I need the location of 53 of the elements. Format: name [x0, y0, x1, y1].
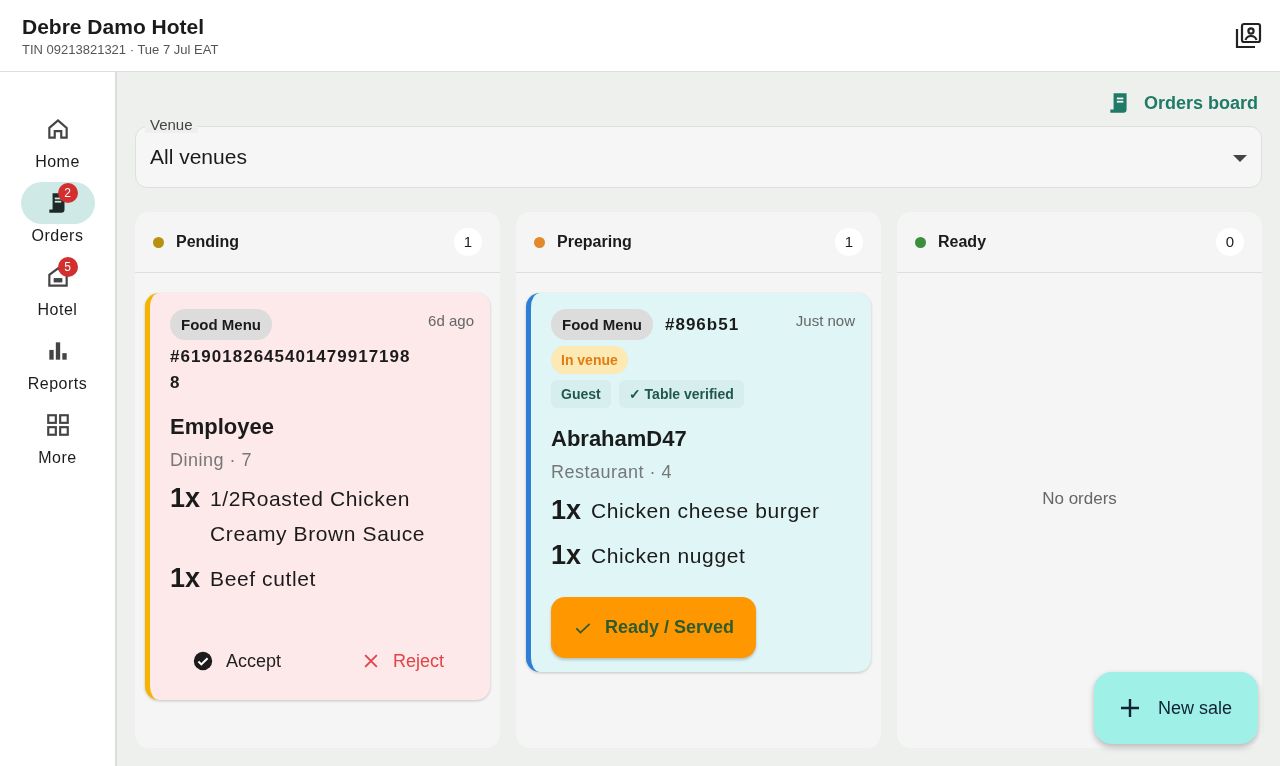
order-card[interactable]: Food Menu #61901826454014799171988 6d ago Employee Dining · 7 1x 1/2Roasted Chicken Creamy Brown Sauce 1x Beef cutlet Accept Reject	[145, 293, 490, 700]
photo-library-icon[interactable]	[1234, 21, 1262, 50]
channel-chip: Food Menu	[551, 309, 653, 340]
nav-label: Hotel	[37, 301, 78, 319]
item-name: Beef cutlet	[210, 566, 316, 592]
order-time: 6d ago	[428, 312, 474, 329]
item-name: 1/2Roasted Chicken Creamy Brown Sauce	[210, 486, 427, 547]
nav-label: Orders	[31, 227, 84, 245]
table-location: Restaurant · 4	[551, 462, 674, 483]
empty-message: No orders	[1041, 489, 1118, 509]
accept-button[interactable]: Accept	[172, 636, 302, 686]
caret-icon	[1233, 155, 1247, 163]
new-sale-button[interactable]: New sale	[1093, 672, 1258, 744]
item-name: Chicken cheese burger	[591, 498, 820, 524]
nav-item[interactable]: Home	[20, 108, 95, 171]
column-title: Preparing	[557, 233, 632, 251]
item-quantity: 1x	[170, 482, 201, 515]
item-quantity: 1x	[551, 494, 582, 527]
customer-name: AbrahamD47	[551, 426, 688, 452]
item-quantity: 1x	[551, 539, 582, 572]
column-title: Ready	[938, 233, 987, 251]
customer-name: Employee	[170, 414, 275, 440]
table-location: Dining · 7	[170, 450, 254, 471]
hotel-name: Debre Damo Hotel	[22, 14, 206, 39]
nav-item[interactable]: Reports	[20, 330, 95, 393]
nav-label: Home	[35, 153, 80, 171]
hotel-info: TIN 09213821321 · Tue 7 Jul EAT	[22, 41, 219, 57]
grid-icon	[44, 412, 71, 438]
status-badge: In venue	[551, 346, 628, 374]
column-count: 1	[835, 228, 863, 256]
nav-label: Reports	[27, 375, 88, 393]
nav-item[interactable]: More	[20, 404, 95, 467]
nav-label: More	[38, 449, 77, 467]
order-card[interactable]: Food Menu #896b51 Just now In venue Guest ✓ Table verified AbrahamD47 Restaurant · 4 1x Chicken cheese burger 1x Chicken nugget Ready / Served	[526, 293, 871, 672]
ready-served-button[interactable]: Ready / Served	[551, 597, 757, 658]
info-tag: ✓ Table verified	[618, 380, 744, 408]
column-count: 0	[1216, 228, 1244, 256]
column-count: 1	[454, 228, 482, 256]
count-badge: 2	[57, 183, 78, 203]
order-number: #61901826454014799171988	[170, 346, 412, 394]
order-number: #896b51	[665, 313, 740, 336]
reject-button[interactable]: Reject	[341, 636, 465, 686]
column-title: Pending	[176, 233, 240, 251]
count-badge: 5	[57, 257, 78, 277]
check-circle-icon	[192, 650, 214, 672]
info-tag: Guest	[551, 380, 611, 408]
order-time: Just now	[795, 312, 855, 329]
nav-item[interactable]: 5 Hotel	[20, 256, 95, 319]
channel-chip: Food Menu	[170, 309, 272, 340]
venue-value: All venues	[150, 145, 247, 169]
item-name: Chicken nugget	[591, 543, 746, 569]
item-quantity: 1x	[170, 562, 201, 595]
orders-board-link[interactable]: Orders board	[1105, 90, 1258, 116]
